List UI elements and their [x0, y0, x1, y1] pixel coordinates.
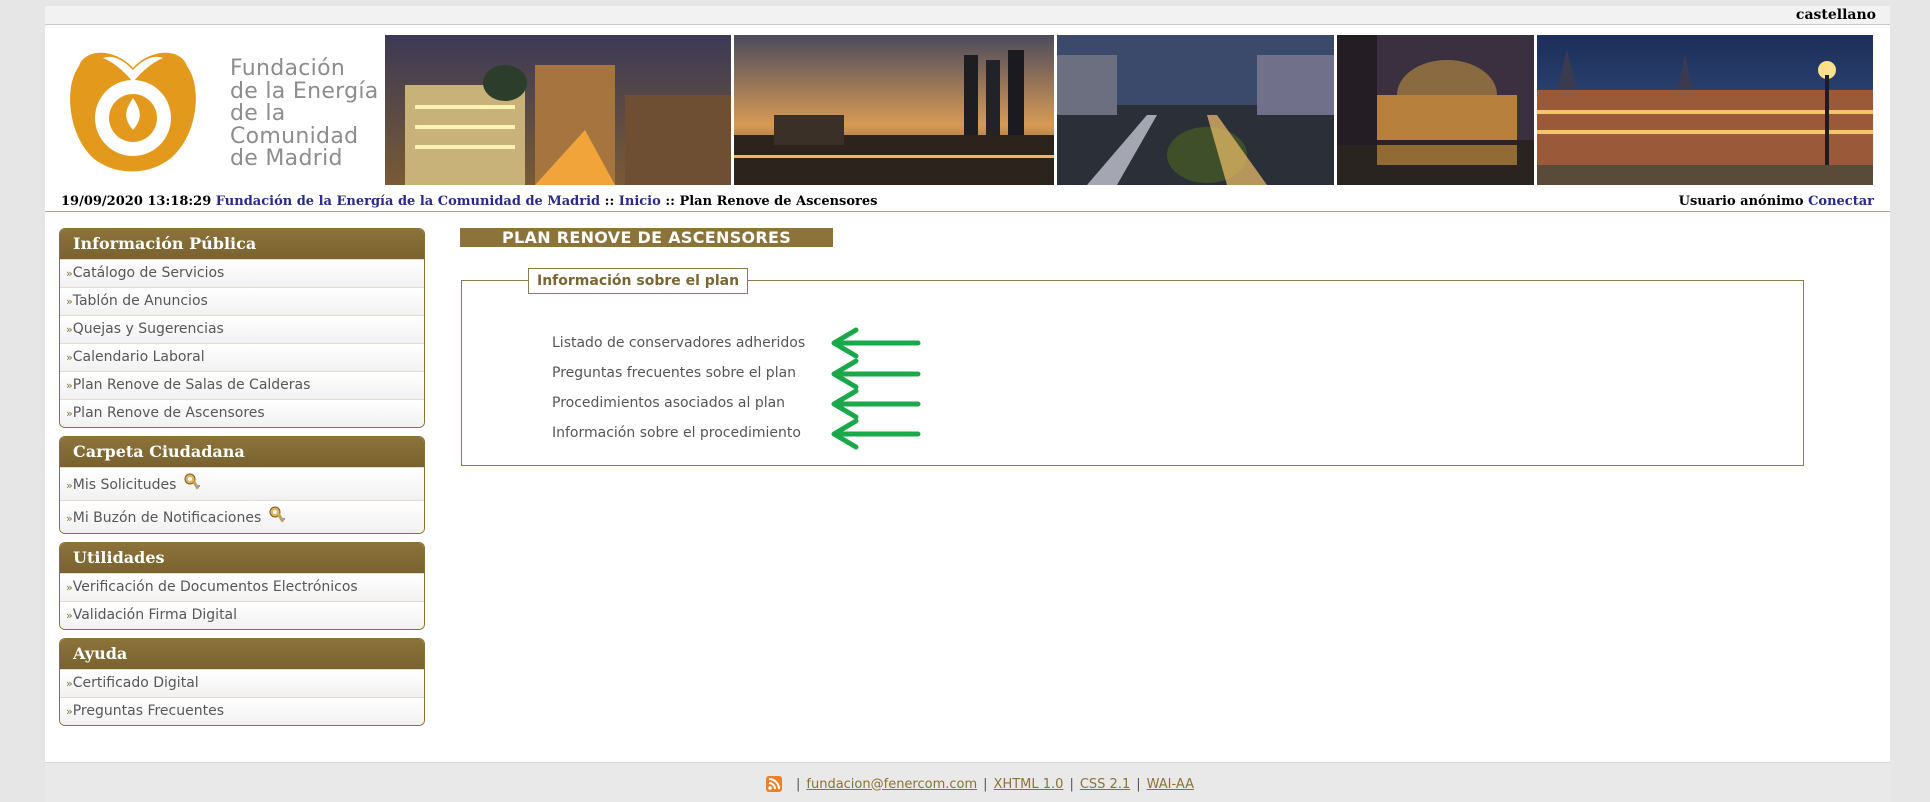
- page-container: castellano Fundación de la Energía de la…: [45, 6, 1890, 802]
- current-datetime: 19/09/2020 13:18:29: [61, 194, 212, 209]
- breadcrumb-home-link[interactable]: Fundación de la Energía de la Comunidad …: [216, 194, 600, 209]
- sidebar-item-catalogo[interactable]: »Catálogo de Servicios: [60, 259, 424, 287]
- sidebar-item-label: Tablón de Anuncios: [72, 293, 208, 309]
- language-link[interactable]: castellano: [1796, 7, 1876, 23]
- bullet-icon: »: [66, 267, 73, 280]
- green-arrow-icon: [831, 418, 921, 450]
- key-icon: [184, 473, 200, 490]
- sidebar-item-label: Plan Renove de Ascensores: [72, 405, 265, 421]
- footer-separator: |: [983, 776, 988, 792]
- banner-photo-plaza-mayor: [1537, 35, 1873, 185]
- logo-icon: [70, 52, 196, 172]
- panel-title: Utilidades: [60, 543, 424, 573]
- footer-separator: |: [796, 776, 801, 792]
- link-informacion-procedimiento[interactable]: Información sobre el procedimiento: [552, 425, 801, 441]
- sidebar-item-label: Plan Renove de Salas de Calderas: [72, 377, 311, 393]
- sidebar-item-label: Calendario Laboral: [72, 349, 205, 365]
- banner-photo-skyline: [734, 35, 1054, 185]
- page-title: PLAN RENOVE DE ASCENSORES: [460, 228, 833, 247]
- breadcrumb-current: Plan Renove de Ascensores: [679, 194, 878, 209]
- green-arrow-icon: [831, 388, 921, 420]
- foundation-logo[interactable]: [63, 40, 203, 180]
- breadcrumb-separator: ::: [660, 194, 680, 209]
- footer-links: | fundacion@fenercom.com | XHTML 1.0 | C…: [766, 776, 1194, 792]
- sidebar-item-validacion-firma[interactable]: »Validación Firma Digital: [60, 601, 424, 629]
- footer-email-link[interactable]: fundacion@fenercom.com: [806, 777, 977, 792]
- sidebar-item-plan-calderas[interactable]: »Plan Renove de Salas de Calderas: [60, 371, 424, 399]
- banner-photo-gran-via: [385, 35, 731, 185]
- sidebar-item-calendario[interactable]: »Calendario Laboral: [60, 343, 424, 371]
- language-bar: castellano: [45, 6, 1890, 25]
- link-preguntas-frecuentes[interactable]: Preguntas frecuentes sobre el plan: [552, 365, 796, 381]
- user-label: Usuario anónimo: [1678, 194, 1804, 209]
- breadcrumb-bar: 19/09/2020 13:18:29 Fundación de la Ener…: [45, 191, 1890, 212]
- bullet-icon: »: [66, 581, 73, 594]
- sidebar-item-label: Mis Solicitudes: [72, 477, 177, 493]
- sidebar-item-verificacion[interactable]: »Verificación de Documentos Electrónicos: [60, 573, 424, 601]
- panel-title: Carpeta Ciudadana: [60, 437, 424, 467]
- sidebar-item-certificado[interactable]: »Certificado Digital: [60, 669, 424, 697]
- bullet-icon: »: [66, 609, 73, 622]
- sidebar-item-label: Quejas y Sugerencias: [72, 321, 224, 337]
- green-arrow-icon: [831, 358, 921, 390]
- sidebar-item-mis-solicitudes[interactable]: »Mis Solicitudes: [60, 467, 424, 500]
- panel-title: Información Pública: [60, 229, 424, 259]
- green-arrow-icon: [831, 327, 921, 359]
- panel-carpeta-ciudadana: Carpeta Ciudadana »Mis Solicitudes »Mi B…: [59, 436, 425, 534]
- footer-css-link[interactable]: CSS 2.1: [1080, 777, 1130, 792]
- footer-separator: |: [1069, 776, 1074, 792]
- footer: | fundacion@fenercom.com | XHTML 1.0 | C…: [45, 762, 1890, 802]
- logo-wordmark: Fundación de la Energía de la Comunidad …: [230, 56, 379, 171]
- panel-informacion-publica: Información Pública »Catálogo de Servici…: [59, 228, 425, 428]
- bullet-icon: »: [66, 379, 73, 392]
- bullet-icon: »: [66, 512, 73, 525]
- banner-photo-crystal-palace: [1337, 35, 1534, 185]
- bullet-icon: »: [66, 705, 73, 718]
- banner-photo-avenue: [1057, 35, 1334, 185]
- login-link[interactable]: Conectar: [1808, 194, 1874, 209]
- link-conservadores[interactable]: Listado de conservadores adheridos: [552, 335, 805, 351]
- sidebar-item-tablon[interactable]: »Tablón de Anuncios: [60, 287, 424, 315]
- sidebar-item-faq[interactable]: »Preguntas Frecuentes: [60, 697, 424, 725]
- panel-title: Ayuda: [60, 639, 424, 669]
- link-procedimientos[interactable]: Procedimientos asociados al plan: [552, 395, 785, 411]
- sidebar: Información Pública »Catálogo de Servici…: [59, 228, 425, 734]
- sidebar-item-buzon[interactable]: »Mi Buzón de Notificaciones: [60, 500, 424, 533]
- sidebar-item-label: Certificado Digital: [72, 675, 199, 691]
- bullet-icon: »: [66, 407, 73, 420]
- panel-ayuda: Ayuda »Certificado Digital »Preguntas Fr…: [59, 638, 425, 726]
- bullet-icon: »: [66, 323, 73, 336]
- sidebar-item-plan-ascensores[interactable]: »Plan Renove de Ascensores: [60, 399, 424, 427]
- sidebar-item-label: Validación Firma Digital: [72, 607, 238, 623]
- user-status: Usuario anónimo Conectar: [1679, 194, 1874, 209]
- sidebar-item-label: Preguntas Frecuentes: [72, 703, 224, 719]
- plan-info-legend: Información sobre el plan: [528, 268, 749, 294]
- breadcrumb-inicio-link[interactable]: Inicio: [619, 194, 661, 209]
- sidebar-item-label: Verificación de Documentos Electrónicos: [72, 579, 358, 595]
- breadcrumb: 19/09/2020 13:18:29 Fundación de la Ener…: [61, 194, 877, 209]
- bullet-icon: »: [66, 351, 73, 364]
- sidebar-item-quejas[interactable]: »Quejas y Sugerencias: [60, 315, 424, 343]
- key-icon: [269, 506, 285, 523]
- sidebar-item-label: Mi Buzón de Notificaciones: [72, 510, 262, 526]
- bullet-icon: »: [66, 295, 73, 308]
- panel-utilidades: Utilidades »Verificación de Documentos E…: [59, 542, 425, 630]
- breadcrumb-separator: ::: [600, 194, 619, 209]
- footer-xhtml-link[interactable]: XHTML 1.0: [994, 777, 1064, 792]
- sidebar-item-label: Catálogo de Servicios: [72, 265, 225, 281]
- rss-icon[interactable]: [766, 776, 782, 792]
- footer-wai-link[interactable]: WAI-AA: [1147, 777, 1194, 792]
- bullet-icon: »: [66, 479, 73, 492]
- footer-separator: |: [1136, 776, 1141, 792]
- header-banner: [385, 35, 1890, 185]
- bullet-icon: »: [66, 677, 73, 690]
